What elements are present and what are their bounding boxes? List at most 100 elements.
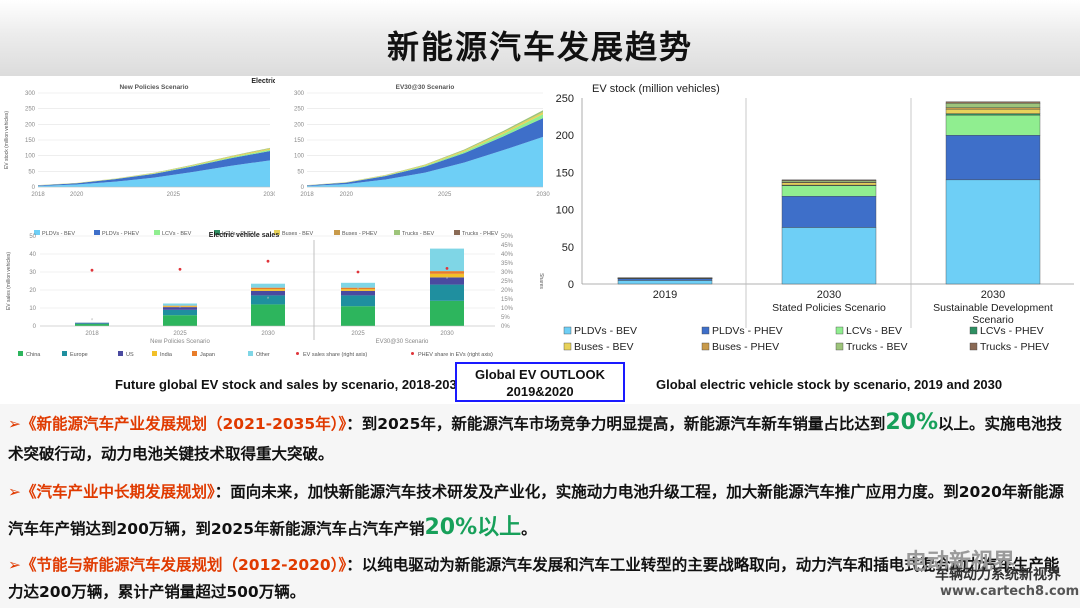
- bar-segment-japan: [251, 287, 285, 290]
- y-tick-label: 50: [28, 169, 35, 175]
- x-tick-label: 2025: [173, 331, 187, 337]
- y-axis-label: EV sales (million vehicles): [6, 252, 12, 310]
- y2-tick-label: 0%: [501, 324, 510, 330]
- x-tick-label: 2030: [261, 331, 275, 337]
- legend-swatch: [701, 326, 710, 335]
- legend-swatch: [835, 326, 844, 335]
- bullet-marker: ➢: [8, 556, 21, 574]
- ev-sales-share-point: [90, 268, 94, 272]
- x-tick-label: 2025: [167, 192, 181, 198]
- y2-tick-label: 30%: [501, 270, 514, 276]
- bar-segment-china: [251, 304, 285, 326]
- highlight-value: 20%: [885, 410, 939, 435]
- x-tick-label: 2020: [70, 192, 84, 198]
- y2-tick-label: 5%: [501, 315, 510, 321]
- policy-name: 《汽车产业中长期发展规划》: [21, 483, 215, 501]
- chart-subtitle: New Policies Scenario: [119, 84, 188, 91]
- y-tick-label: 150: [25, 138, 36, 144]
- policy-name: 《新能源汽车产业发展规划（2021-2035年）》: [21, 415, 347, 433]
- outlook-line-2: 2019&2020: [506, 384, 574, 399]
- y-axis-label: EV stock (million vehicles): [4, 111, 10, 169]
- ev-sales-share-point: [266, 259, 270, 263]
- bullet-marker: ➢: [8, 415, 21, 433]
- legend-label: PLDVs - PHEV: [712, 325, 783, 337]
- legend-label: Other: [256, 352, 270, 358]
- legend-swatch: [835, 342, 844, 351]
- bar-segment-china: [341, 306, 375, 326]
- chart-subtitle: EV30@30 Scenario: [396, 84, 455, 91]
- y-tick-label: 50: [297, 169, 304, 175]
- outlook-line-1: Global EV OUTLOOK: [474, 367, 605, 382]
- legend-swatch: [248, 351, 253, 356]
- legend-label: Trucks - PHEV: [980, 341, 1049, 353]
- x-tick-label: 2025: [438, 192, 452, 198]
- policy-text: ：以纯电驱动为新能源汽车发展和汽车工业转型的主要战略取向，: [346, 556, 796, 574]
- legend-label: EV sales share (right axis): [303, 352, 367, 358]
- x-sublabel: Sustainable Development: [933, 302, 1053, 314]
- legend-swatch: [62, 351, 67, 356]
- x-tick-label: 2030: [263, 192, 275, 198]
- bar-segment-pldvs-phev: [945, 135, 1041, 181]
- bar-segment-lcvs-phev: [945, 113, 1041, 116]
- y2-tick-label: 50%: [501, 234, 514, 240]
- policy-paragraph-2: ➢《汽车产业中长期发展规划》：面向未来，加快新能源汽车技术研发及产业化，实施动力…: [8, 474, 1074, 547]
- y2-tick-label: 40%: [501, 252, 514, 258]
- bar-segment-buses-bev: [945, 108, 1041, 114]
- x-tick-label: 2018: [31, 192, 45, 198]
- legend-label: Buses - BEV: [574, 341, 634, 353]
- legend-swatch: [701, 342, 710, 351]
- stock-by-scenario-chart: EV stock (million vehicles) 0 50 100 150 200 2…: [556, 83, 1074, 353]
- chart-title: Electric vehicle sales: [209, 232, 280, 239]
- ev-sales-share-point: [356, 270, 360, 274]
- policy-text: 。: [521, 520, 537, 538]
- bar-segment-trucks-phev: [781, 179, 877, 181]
- legend-label: China: [26, 352, 41, 358]
- bar-segment-india: [251, 289, 285, 291]
- bar-segment-trucks-bev: [945, 103, 1041, 108]
- bullet-marker: ➢: [8, 483, 21, 501]
- legend-label: Trucks - BEV: [846, 341, 907, 353]
- slide-title: 新能源汽车发展趋势: [386, 28, 693, 66]
- legend-label: India: [160, 352, 173, 358]
- bar-segment-buses-bev: [781, 182, 877, 186]
- watermark-cn: 车辆动力系统新视界: [935, 567, 1061, 583]
- y2-tick-label: 15%: [501, 297, 514, 303]
- y-tick-label: 40: [29, 252, 36, 258]
- policy-text: ：到2025年，新能源汽车市场竞争力明显提高，新能源汽车新车销量占比达到: [346, 415, 886, 433]
- stock-chart-ev3030: 0 50 100 150 200 250 300 2018 2020 2025 2030 EV30@3…: [294, 84, 550, 198]
- bar-segment-us: [251, 290, 285, 296]
- watermark-site: www.cartech8.com: [940, 584, 1080, 599]
- sales-chart: 010203040500%5%10%15%20%25%30%35%40%45%5…: [6, 232, 544, 358]
- y-tick-label: 100: [556, 205, 574, 217]
- y-tick-label: 50: [562, 242, 574, 254]
- chart-title: Electric vehicle stock: [251, 78, 275, 85]
- y2-tick-label: 45%: [501, 243, 514, 249]
- title-band: 新能源汽车发展趋势: [0, 0, 1080, 76]
- bar-segment-china: [430, 300, 464, 326]
- legend-swatch: [18, 351, 23, 356]
- legend-swatch: [563, 326, 572, 335]
- bar-segment-europe: [430, 284, 464, 301]
- y2-tick-label: 20%: [501, 288, 514, 294]
- legend-label: LCVs - BEV: [846, 325, 902, 337]
- legend-swatch: [152, 351, 157, 356]
- bar-segment-lcvs-bev: [945, 114, 1041, 136]
- ev-sales-share-point: [445, 267, 449, 270]
- legend-swatch: [296, 352, 299, 355]
- y-tick-label: 250: [556, 93, 574, 105]
- x-tick-label: 2020: [340, 192, 354, 198]
- legend-label: Buses - PHEV: [712, 341, 779, 353]
- legend-label: Japan: [200, 352, 215, 358]
- legend-swatch: [192, 351, 197, 356]
- bar-segment-europe: [341, 295, 375, 307]
- y-tick-label: 0: [32, 185, 36, 191]
- bar-segment-buses-phev: [945, 107, 1041, 110]
- ev-sales-share-point: [178, 267, 182, 271]
- y2-tick-label: 25%: [501, 279, 514, 285]
- y-tick-label: 200: [25, 122, 36, 128]
- legend-swatch: [563, 342, 572, 351]
- x-tick-label: 2025: [351, 331, 365, 337]
- x-tick-label: 2030: [817, 289, 841, 301]
- bar-segment-trucks-bev: [781, 180, 877, 183]
- group-label: EV30@30 Scenario: [376, 339, 429, 345]
